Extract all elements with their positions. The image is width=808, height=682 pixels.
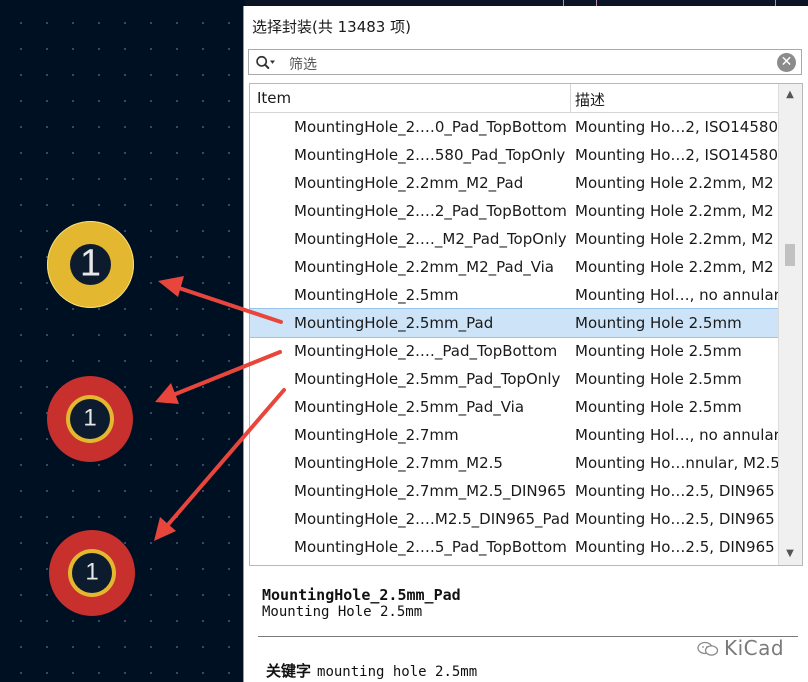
footprint-table[interactable]: Item 描述 MountingHole_2.…0_Pad_TopBottom M… xyxy=(249,83,803,566)
cell-description: Mounting Ho…2, ISO14580 xyxy=(575,118,778,136)
watermark: KiCad xyxy=(697,636,784,660)
table-row[interactable]: MountingHole_2.…5_Pad_TopBottom Mounting … xyxy=(250,533,780,561)
dialog-title: 选择封装(共 13483 项) xyxy=(252,18,411,36)
detail-description: Mounting Hole 2.5mm xyxy=(262,604,423,620)
keywords-value: mounting hole 2.5mm xyxy=(317,664,478,680)
cell-description: Mounting Hole 2.5mm xyxy=(575,398,742,416)
cell-description: Mounting Hole 2.2mm, M2 xyxy=(575,174,774,192)
cell-item: MountingHole_2.…0_Pad_TopBottom xyxy=(294,118,567,136)
cell-item: MountingHole_2.7mm xyxy=(294,426,459,444)
cell-description: Mounting Hole 2.5mm xyxy=(575,314,742,332)
scroll-thumb[interactable] xyxy=(785,244,795,266)
cell-description: Mounting Hole 2.2mm, M2 xyxy=(575,258,774,276)
cell-item: MountingHole_2.…_Pad_TopBottom xyxy=(294,342,558,360)
cell-item: MountingHole_2.2mm_M2_Pad xyxy=(294,174,524,192)
cell-item: MountingHole_2.5mm xyxy=(294,286,459,304)
cell-description: Mounting Hole 2.5mm xyxy=(575,342,742,360)
details-pane: MountingHole_2.5mm_Pad Mounting Hole 2.5… xyxy=(244,572,808,682)
pad-red-ring[interactable]: 1 xyxy=(49,530,135,616)
table-row[interactable]: MountingHole_2.7mm_M2.5 Mounting Ho…nnula… xyxy=(250,449,780,477)
cell-item: MountingHole_2.…580_Pad_TopOnly xyxy=(294,146,566,164)
cell-description: Mounting Hole 2.2mm, M2 xyxy=(575,202,774,220)
cell-item: MountingHole_2.…2_Pad_TopBottom xyxy=(294,202,567,220)
cell-item: MountingHole_2.5mm_Pad_TopOnly xyxy=(294,370,561,388)
table-row[interactable]: MountingHole_2.5mm_Pad_TopOnly Mounting H… xyxy=(250,365,780,393)
cell-description: Mounting Hole 2.2mm, M2 xyxy=(575,230,774,248)
filter-field[interactable]: 筛选 ✕ xyxy=(248,49,802,75)
pad-number: 1 xyxy=(85,558,99,586)
cell-item: MountingHole_2.5mm_Pad xyxy=(294,314,494,332)
cell-description: Mounting Ho…2.5, DIN965 xyxy=(575,538,775,556)
keywords-label: 关键字 xyxy=(266,662,312,680)
cell-item: MountingHole_2.…M2.5_DIN965_Pad xyxy=(294,510,570,528)
cell-item: MountingHole_2.…_M2_Pad_TopOnly xyxy=(294,230,567,248)
detail-footprint-name: MountingHole_2.5mm_Pad xyxy=(262,586,461,604)
table-row[interactable]: MountingHole_2.2mm_M2_Pad_Via Mounting Ho… xyxy=(250,253,780,281)
table-row[interactable]: MountingHole_2.2mm_M2_Pad Mounting Hole 2… xyxy=(250,169,780,197)
table-row[interactable]: MountingHole_2.7mm Mounting Hol…, no annu… xyxy=(250,421,780,449)
cell-item: MountingHole_2.2mm_M2_Pad_Via xyxy=(294,258,555,276)
cell-item: MountingHole_2.7mm_M2.5_DIN965 xyxy=(294,482,567,500)
table-row[interactable]: MountingHole_2.…2_Pad_TopBottom Mounting … xyxy=(250,197,780,225)
table-row[interactable]: MountingHole_2.…M2.5_DIN965_Pad Mounting … xyxy=(250,505,780,533)
cell-description: Mounting Ho…2, ISO14580 xyxy=(575,146,778,164)
pad-red-ring[interactable]: 1 xyxy=(47,376,133,462)
detail-keywords: 关键字 mounting hole 2.5mm xyxy=(266,660,477,681)
scroll-down-icon[interactable]: ▼ xyxy=(779,545,801,563)
scroll-up-icon[interactable]: ▲ xyxy=(779,86,801,104)
table-row[interactable]: MountingHole_2.5mm Mounting Hol…, no annu… xyxy=(250,281,780,309)
cell-description: Mounting Ho…2.5, DIN965 xyxy=(575,482,775,500)
cell-description: Mounting Hol…, no annular xyxy=(575,286,780,304)
table-row[interactable]: MountingHole_2.…0_Pad_TopBottom Mounting … xyxy=(250,113,780,141)
table-row[interactable]: MountingHole_2.5mm_Pad_Via Mounting Hole … xyxy=(250,393,780,421)
column-header-item[interactable]: Item xyxy=(257,89,291,107)
table-row[interactable]: MountingHole_2.…_Pad_TopBottom Mounting H… xyxy=(250,337,780,365)
table-row[interactable]: MountingHole_2.…580_Pad_TopOnly Mounting … xyxy=(250,141,780,169)
pad-number: 1 xyxy=(79,242,102,285)
watermark-text: KiCad xyxy=(724,636,785,660)
table-row[interactable]: MountingHole_2.7mm_M2.5_DIN965 Mounting H… xyxy=(250,477,780,505)
cell-item: MountingHole_2.…5_Pad_TopBottom xyxy=(294,538,567,556)
column-header-description[interactable]: 描述 xyxy=(575,89,605,110)
cell-item: MountingHole_2.7mm_M2.5 xyxy=(294,454,503,472)
clear-icon[interactable]: ✕ xyxy=(777,53,796,72)
pad-gold[interactable]: 1 xyxy=(47,221,134,308)
table-row[interactable]: MountingHole_2.…_M2_Pad_TopOnly Mounting … xyxy=(250,225,780,253)
vertical-scrollbar[interactable]: ▲ ▼ xyxy=(778,84,802,565)
table-header: Item 描述 xyxy=(250,84,779,113)
footprint-chooser-dialog: 选择封装(共 13483 项) 筛选 ✕ Item 描述 MountingHol… xyxy=(243,6,808,682)
wechat-icon xyxy=(697,641,719,656)
filter-placeholder: 筛选 xyxy=(289,57,317,73)
cell-description: Mounting Hole 2.5mm xyxy=(575,370,742,388)
cell-description: Mounting Ho…2.5, DIN965 xyxy=(575,510,775,528)
table-row-selected[interactable]: MountingHole_2.5mm_Pad Mounting Hole 2.5m… xyxy=(250,308,781,338)
cell-description: Mounting Ho…nnular, M2.5 xyxy=(575,454,780,472)
search-icon[interactable] xyxy=(255,53,275,73)
cell-item: MountingHole_2.5mm_Pad_Via xyxy=(294,398,525,416)
pad-number: 1 xyxy=(83,404,97,432)
cell-description: Mounting Hol…, no annular xyxy=(575,426,780,444)
